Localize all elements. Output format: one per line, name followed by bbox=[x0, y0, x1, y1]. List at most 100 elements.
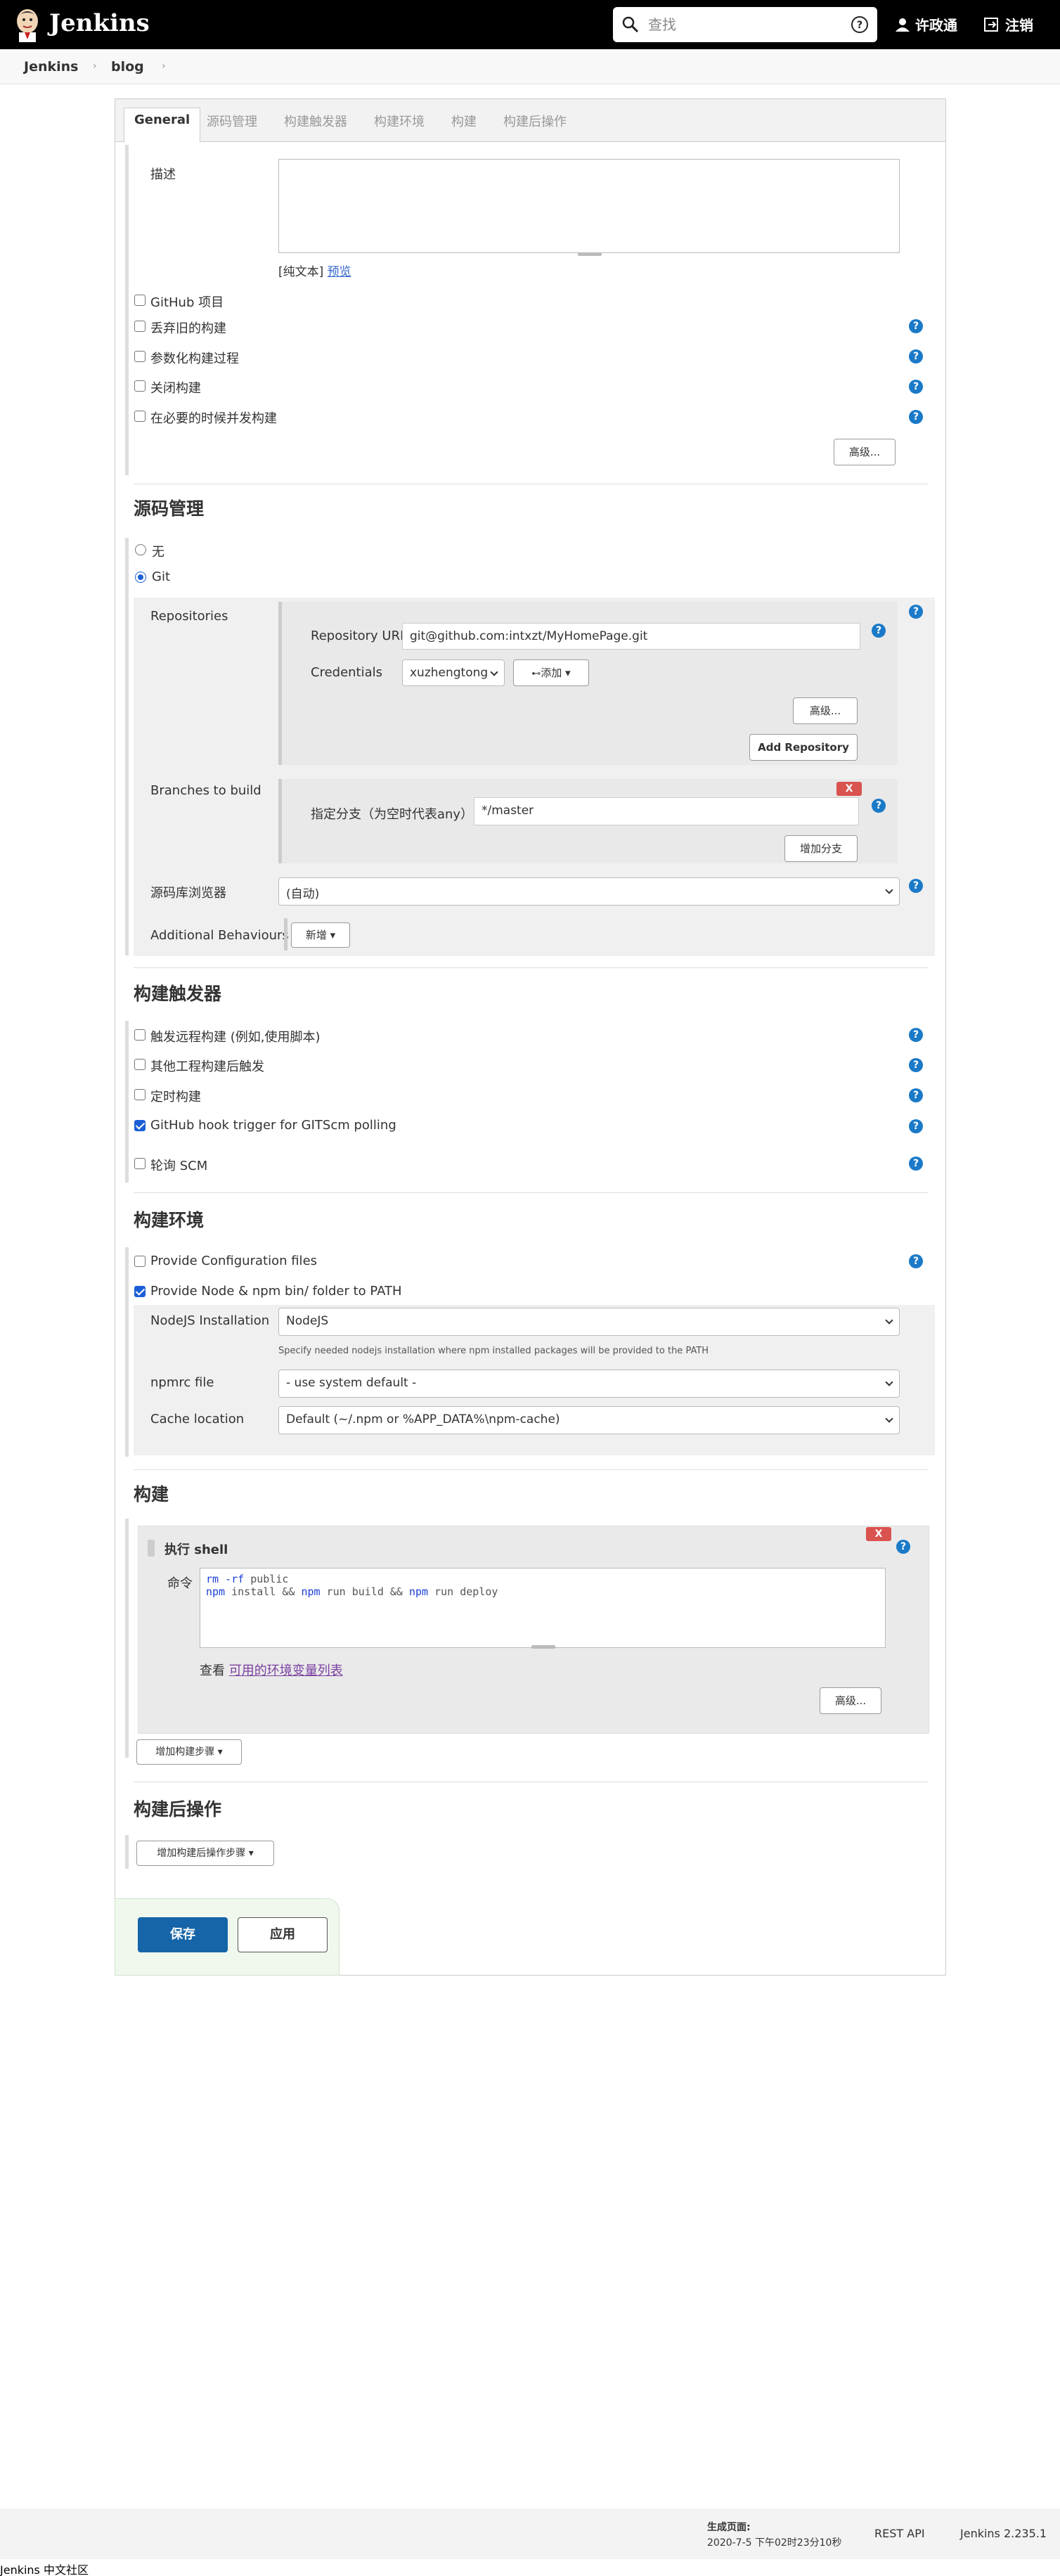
drag-handle-icon[interactable] bbox=[148, 1540, 155, 1557]
general-advanced-button[interactable]: 高级... bbox=[834, 439, 896, 465]
provide-node-checkbox[interactable] bbox=[134, 1286, 146, 1297]
breadcrumb-jenkins[interactable]: Jenkins bbox=[24, 59, 78, 75]
provide-config-checkbox[interactable] bbox=[134, 1256, 146, 1267]
add-build-step-label: 增加构建步骤 bbox=[155, 1746, 215, 1758]
breadcrumb-chevron-icon[interactable]: › bbox=[93, 60, 97, 72]
jenkins-logo-icon[interactable] bbox=[13, 7, 42, 42]
breadcrumb-chevron-icon[interactable]: › bbox=[162, 60, 166, 72]
help-circle-icon[interactable]: ? bbox=[851, 15, 869, 34]
credentials-select[interactable]: xuzhengtong bbox=[402, 659, 505, 686]
periodic-build-checkbox[interactable] bbox=[134, 1089, 146, 1100]
add-build-step-button[interactable]: 增加构建步骤 ▾ bbox=[136, 1739, 242, 1765]
help-icon[interactable]: ? bbox=[909, 879, 923, 893]
tab-general[interactable]: General bbox=[124, 108, 201, 143]
save-bar: 保存 应用 bbox=[115, 1898, 340, 1976]
credentials-label: Credentials bbox=[311, 665, 383, 680]
poll-scm-checkbox[interactable] bbox=[134, 1158, 146, 1169]
branches-label: Branches to build bbox=[150, 783, 261, 798]
generated-time: 2020-7-5 下午02时23分10秒 bbox=[707, 2537, 842, 2549]
delete-step-button[interactable]: X bbox=[866, 1527, 891, 1541]
plain-text-label: [纯文本] bbox=[278, 265, 324, 279]
svg-text:?: ? bbox=[857, 20, 862, 31]
help-icon[interactable]: ? bbox=[909, 1254, 923, 1268]
github-hook-checkbox[interactable] bbox=[134, 1120, 146, 1131]
scm-none-radio[interactable] bbox=[135, 544, 146, 555]
shell-advanced-button[interactable]: 高级... bbox=[820, 1687, 881, 1714]
repo-browser-select[interactable]: (自动) bbox=[278, 877, 900, 906]
help-icon[interactable]: ? bbox=[909, 1157, 923, 1171]
community-link[interactable]: Jenkins 中文社区 bbox=[0, 2561, 89, 2576]
tab-build[interactable]: 构建 bbox=[451, 112, 477, 130]
add-behaviour-button[interactable]: 新增 ▾ bbox=[291, 922, 350, 948]
top-header: Jenkins ? 许政通 注销 bbox=[0, 0, 1060, 49]
remote-trigger-checkbox[interactable] bbox=[134, 1029, 146, 1041]
brand-title[interactable]: Jenkins bbox=[49, 9, 150, 37]
behaviour-bar bbox=[284, 918, 287, 951]
user-name: 许政通 bbox=[915, 17, 957, 34]
periodic-build-label: 定时构建 bbox=[150, 1090, 201, 1105]
rest-api-link[interactable]: REST API bbox=[874, 2527, 925, 2540]
concurrent-build-checkbox[interactable] bbox=[134, 411, 146, 422]
concurrent-build-label: 在必要的时候并发构建 bbox=[150, 411, 277, 426]
upstream-trigger-label: 其他工程构建后触发 bbox=[150, 1060, 264, 1074]
add-branch-button[interactable]: 增加分支 bbox=[784, 835, 858, 862]
breadcrumb-blog[interactable]: blog bbox=[111, 59, 144, 75]
triggers-heading: 构建触发器 bbox=[134, 984, 222, 1004]
npmrc-select[interactable]: - use system default - bbox=[278, 1370, 900, 1398]
resize-grip[interactable] bbox=[578, 252, 602, 256]
repositories-label: Repositories bbox=[150, 609, 228, 624]
nodejs-select[interactable]: NodeJS bbox=[278, 1308, 900, 1336]
help-icon[interactable]: ? bbox=[909, 1119, 923, 1133]
add-repository-button[interactable]: Add Repository bbox=[749, 734, 858, 761]
section-divider bbox=[134, 1192, 928, 1193]
logout-link[interactable]: 注销 bbox=[984, 14, 1033, 34]
jenkins-version-link[interactable]: Jenkins 2.235.1 bbox=[960, 2527, 1047, 2540]
help-icon[interactable]: ? bbox=[909, 1058, 923, 1072]
preview-link[interactable]: 预览 bbox=[328, 265, 351, 279]
help-icon[interactable]: ? bbox=[909, 605, 923, 619]
env-vars-link[interactable]: 可用的环境变量列表 bbox=[229, 1663, 343, 1678]
help-icon[interactable]: ? bbox=[909, 380, 923, 394]
discard-builds-checkbox[interactable] bbox=[134, 321, 146, 332]
parameterized-checkbox[interactable] bbox=[134, 351, 146, 362]
section-divider bbox=[134, 1469, 928, 1470]
chevron-down-icon bbox=[885, 1415, 893, 1423]
help-icon[interactable]: ? bbox=[909, 349, 923, 363]
cache-select[interactable]: Default (~/.npm or %APP_DATA%\npm-cache) bbox=[278, 1406, 900, 1434]
tab-scm[interactable]: 源码管理 bbox=[207, 112, 257, 130]
repo-advanced-button[interactable]: 高级... bbox=[793, 697, 858, 724]
github-project-label: GitHub 项目 bbox=[150, 295, 224, 310]
apply-button[interactable]: 应用 bbox=[238, 1917, 328, 1952]
branch-spec-input[interactable]: */master bbox=[474, 797, 859, 825]
discard-builds-label: 丢弃旧的构建 bbox=[150, 321, 226, 336]
scm-git-label: Git bbox=[152, 569, 171, 584]
upstream-trigger-checkbox[interactable] bbox=[134, 1059, 146, 1070]
help-icon[interactable]: ? bbox=[872, 624, 886, 638]
section-bar bbox=[125, 145, 129, 475]
tab-environment[interactable]: 构建环境 bbox=[374, 112, 425, 130]
help-icon[interactable]: ? bbox=[909, 319, 923, 333]
help-icon[interactable]: ? bbox=[909, 410, 923, 424]
user-link[interactable]: 许政通 bbox=[896, 14, 957, 34]
help-icon[interactable]: ? bbox=[909, 1088, 923, 1102]
credentials-add-button[interactable]: ⊷添加 ▾ bbox=[513, 659, 589, 686]
save-button[interactable]: 保存 bbox=[138, 1917, 228, 1952]
chevron-down-icon bbox=[885, 1378, 893, 1386]
add-post-build-step-button[interactable]: 增加构建后操作步骤 ▾ bbox=[136, 1841, 274, 1866]
command-textarea[interactable]: rm -rf public npm install && npm run bui… bbox=[200, 1568, 886, 1648]
tab-post-build[interactable]: 构建后操作 bbox=[503, 112, 567, 130]
delete-branch-button[interactable]: X bbox=[836, 782, 862, 796]
breadcrumb: Jenkins › blog › bbox=[0, 49, 1060, 84]
repo-url-input[interactable]: git@github.com:intxzt/MyHomePage.git bbox=[402, 623, 860, 650]
github-project-checkbox[interactable] bbox=[134, 295, 146, 306]
scm-git-radio[interactable] bbox=[135, 572, 146, 583]
resize-grip[interactable] bbox=[531, 1645, 555, 1649]
tab-triggers[interactable]: 构建触发器 bbox=[284, 112, 347, 130]
search-input[interactable] bbox=[648, 14, 831, 35]
chevron-down-icon bbox=[885, 886, 893, 894]
help-icon[interactable]: ? bbox=[896, 1540, 910, 1554]
help-icon[interactable]: ? bbox=[909, 1028, 923, 1042]
disable-build-checkbox[interactable] bbox=[134, 380, 146, 392]
help-icon[interactable]: ? bbox=[872, 799, 886, 813]
description-textarea[interactable] bbox=[278, 159, 900, 253]
